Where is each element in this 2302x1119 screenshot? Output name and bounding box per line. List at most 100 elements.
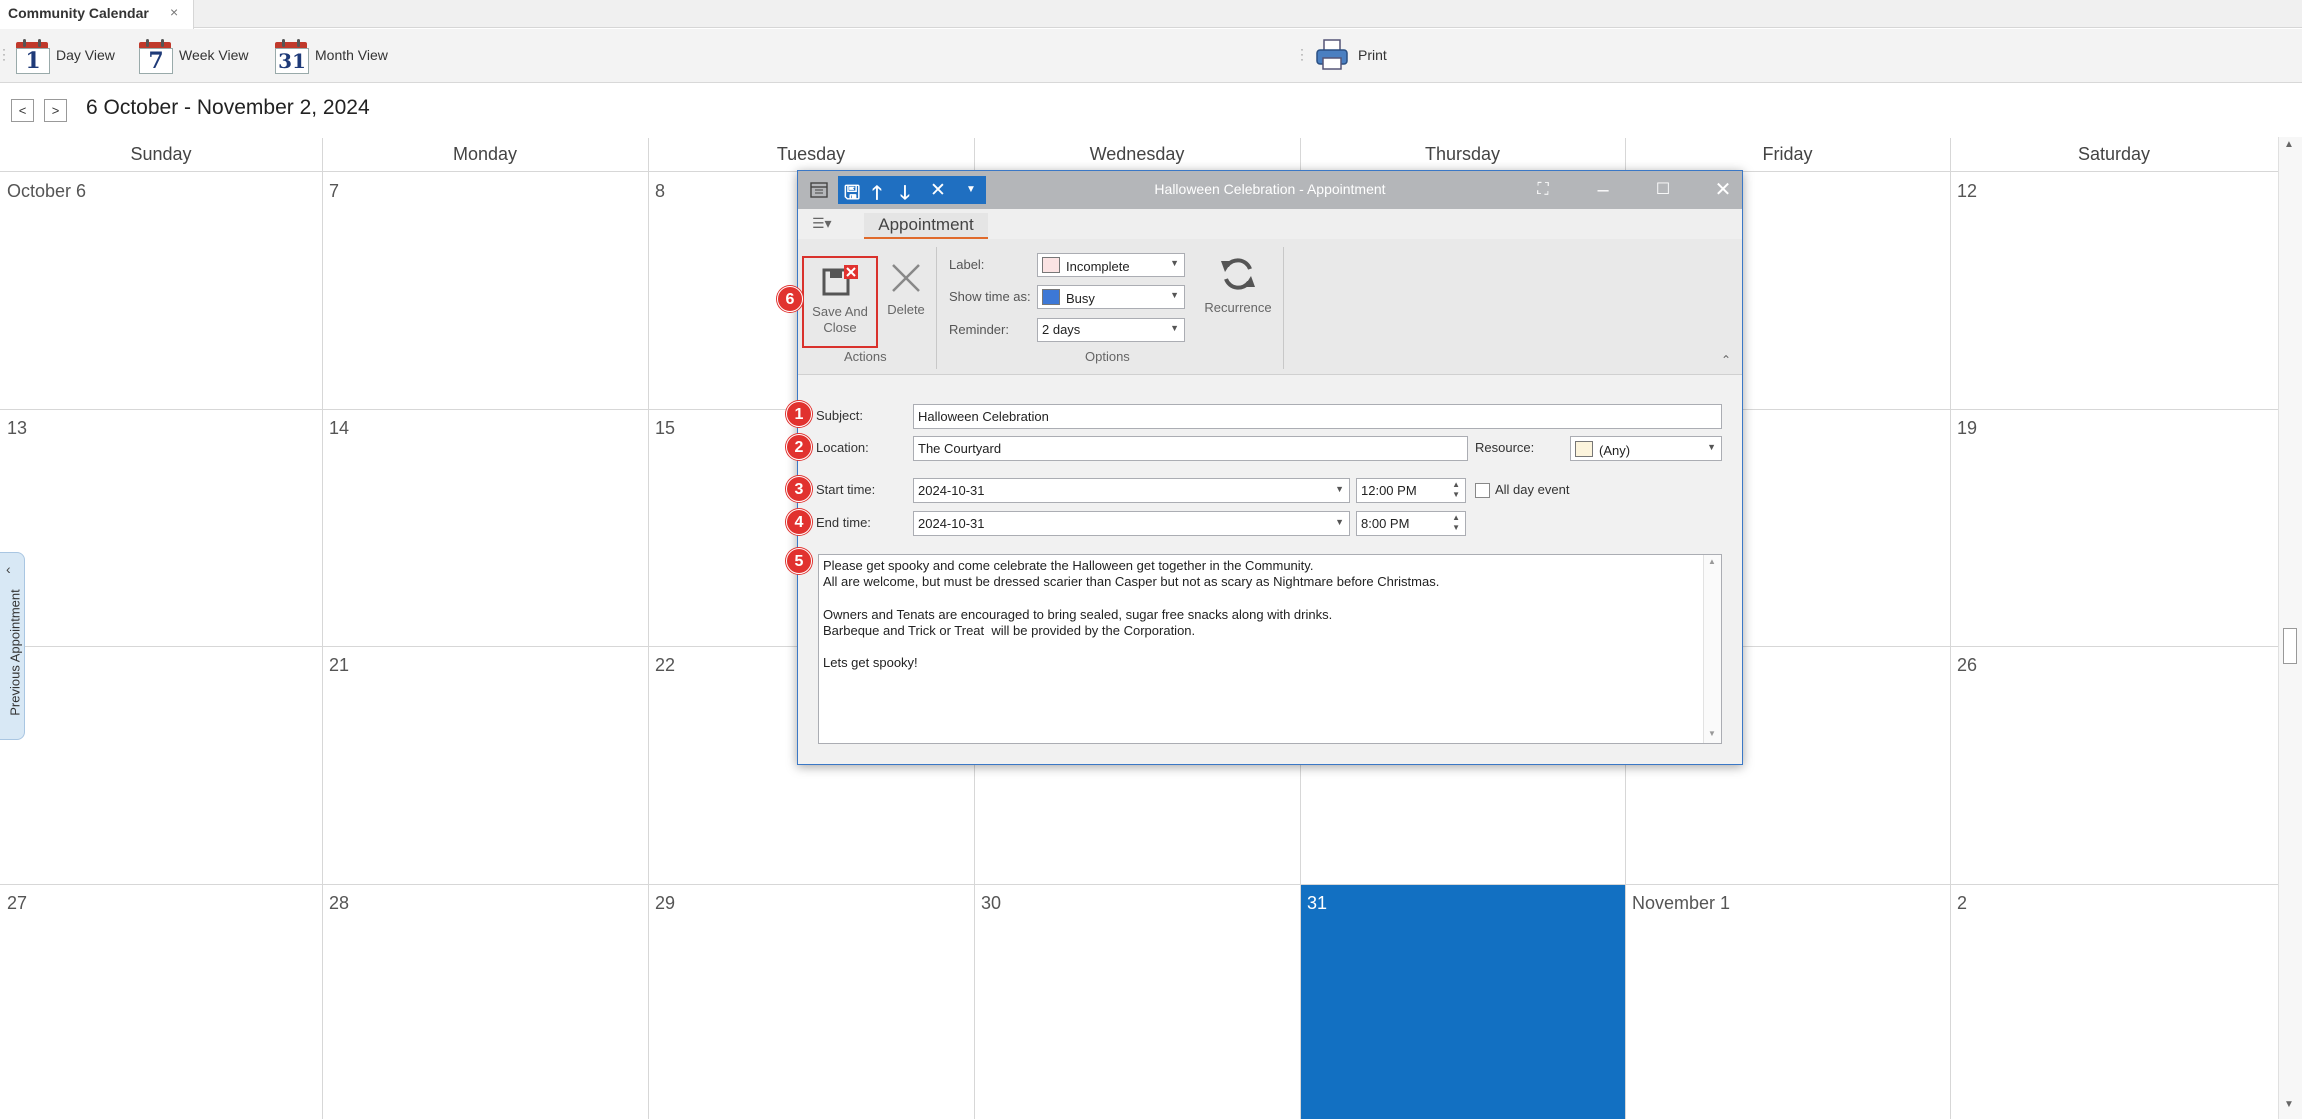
resource-combo[interactable]: (Any) ▼ bbox=[1570, 436, 1722, 461]
day-header-sunday: Sunday bbox=[0, 138, 322, 172]
end-time-label: End time: bbox=[816, 515, 871, 530]
calendar-day-cell[interactable] bbox=[0, 646, 322, 884]
calendar-day-cell[interactable]: 27 bbox=[0, 884, 322, 1119]
calendar-day-cell[interactable]: 26 bbox=[1950, 646, 2278, 884]
calendar-day-cell[interactable]: 2 bbox=[1950, 884, 2278, 1119]
day-number: 19 bbox=[1957, 418, 1978, 438]
group-divider bbox=[936, 247, 937, 369]
day-number: 30 bbox=[981, 893, 1002, 913]
calendar-day-cell[interactable]: 19 bbox=[1950, 409, 2278, 646]
calendar-day-cell[interactable]: November 1 bbox=[1625, 884, 1950, 1119]
spin-arrows-icon[interactable]: ▲ ▼ bbox=[1452, 480, 1460, 500]
toolbar-grip-icon: · · · bbox=[2, 42, 6, 66]
tab-title: Community Calendar bbox=[8, 5, 149, 21]
document-tab-strip bbox=[0, 0, 2302, 28]
month-view-label: Month View bbox=[315, 47, 388, 63]
all-day-event-checkbox[interactable] bbox=[1475, 483, 1490, 498]
callout-badge-location: 2 bbox=[786, 434, 812, 460]
calendar-day-cell[interactable]: 30 bbox=[974, 884, 1300, 1119]
label-color-swatch bbox=[1042, 257, 1060, 273]
description-line: All are welcome, but must be dressed sca… bbox=[823, 574, 1440, 590]
spin-arrows-icon[interactable]: ▲ ▼ bbox=[1452, 513, 1460, 533]
save-and-close-label-line1: Save And bbox=[812, 304, 868, 319]
delete-x-icon bbox=[892, 264, 920, 292]
recurrence-icon bbox=[1221, 258, 1255, 290]
scroll-down-icon[interactable]: ▼ bbox=[2284, 1099, 2294, 1110]
scrollbar-thumb[interactable] bbox=[2283, 628, 2297, 664]
ribbon-menu-icon[interactable]: ☰▾ bbox=[812, 215, 832, 232]
busy-color-swatch bbox=[1042, 289, 1060, 305]
fullscreen-icon[interactable]: ⛶ bbox=[1528, 177, 1558, 203]
tab-appointment[interactable]: Appointment bbox=[864, 213, 988, 239]
print-button[interactable]: Print bbox=[1314, 35, 1387, 75]
start-time-value: 12:00 PM bbox=[1361, 483, 1417, 498]
chevron-down-icon: ▼ bbox=[1170, 290, 1179, 300]
day-number: 31 bbox=[1307, 893, 1328, 913]
label-value: Incomplete bbox=[1066, 259, 1130, 274]
collapse-ribbon-icon[interactable]: ⌃ bbox=[1721, 353, 1731, 367]
tab-community-calendar[interactable]: Community Calendar × bbox=[0, 0, 194, 29]
delete-label: Delete bbox=[887, 302, 925, 317]
chevron-down-icon: ▼ bbox=[1170, 323, 1179, 333]
calendar-scrollbar[interactable]: ▲ ▼ bbox=[2278, 137, 2302, 1119]
label-combo[interactable]: Incomplete ▼ bbox=[1037, 253, 1185, 277]
day-number: 7 bbox=[329, 181, 340, 201]
day-number: October 6 bbox=[7, 181, 87, 201]
start-date-picker[interactable]: 2024-10-31 ▼ bbox=[913, 478, 1350, 503]
recurrence-button[interactable]: Recurrence bbox=[1198, 253, 1278, 333]
end-time-spinner[interactable]: 8:00 PM ▲ ▼ bbox=[1356, 511, 1466, 536]
day-number: 8 bbox=[655, 181, 666, 201]
previous-appointment-tab[interactable]: ‹ Previous Appointment bbox=[0, 552, 25, 740]
scroll-up-icon[interactable]: ▲ bbox=[2284, 139, 2294, 150]
delete-button[interactable]: Delete bbox=[882, 256, 930, 332]
month-view-button[interactable]: 31 Month View bbox=[273, 35, 388, 75]
start-time-spinner[interactable]: 12:00 PM ▲ ▼ bbox=[1356, 478, 1466, 503]
tab-close-icon[interactable]: × bbox=[170, 4, 178, 20]
calendar-day-cell[interactable]: 12 bbox=[1950, 172, 2278, 409]
end-date-picker[interactable]: 2024-10-31 ▼ bbox=[913, 511, 1350, 536]
minimize-icon[interactable]: – bbox=[1588, 177, 1618, 203]
maximize-icon[interactable]: ☐ bbox=[1648, 177, 1678, 203]
calendar-day-cell[interactable]: 14 bbox=[322, 409, 648, 646]
week-view-button[interactable]: 7 Week View bbox=[137, 35, 249, 75]
calendar-day-cell[interactable]: 28 bbox=[322, 884, 648, 1119]
print-label: Print bbox=[1358, 47, 1387, 63]
show-time-as-combo[interactable]: Busy ▼ bbox=[1037, 285, 1185, 309]
day-header-friday: Friday bbox=[1625, 138, 1950, 172]
previous-period-button[interactable]: < bbox=[11, 99, 34, 122]
group-divider bbox=[1283, 247, 1284, 369]
next-period-button[interactable]: > bbox=[44, 99, 67, 122]
day-number: 2 bbox=[1957, 893, 1968, 913]
calendar-day-cell[interactable]: 29 bbox=[648, 884, 974, 1119]
start-time-label: Start time: bbox=[816, 482, 876, 497]
scroll-up-icon[interactable]: ▲ bbox=[1708, 557, 1716, 566]
calendar-day-cell[interactable]: October 6 bbox=[0, 172, 322, 409]
show-time-as-value: Busy bbox=[1066, 291, 1095, 306]
calendar-day-cell[interactable]: 13 bbox=[0, 409, 322, 646]
day-header-tuesday: Tuesday bbox=[648, 138, 974, 172]
day-number: 21 bbox=[329, 655, 350, 675]
scroll-down-icon[interactable]: ▼ bbox=[1708, 729, 1716, 738]
calendar-day-cell[interactable]: 7 bbox=[322, 172, 648, 409]
toolbar-grip-icon: · · · bbox=[1300, 42, 1304, 66]
chevron-down-icon: ▼ bbox=[1707, 442, 1716, 452]
description-scrollbar[interactable]: ▲ ▼ bbox=[1703, 555, 1721, 743]
close-icon[interactable]: ✕ bbox=[1708, 177, 1738, 203]
callout-badge-description: 5 bbox=[786, 548, 812, 574]
calendar-day-cell[interactable]: 31 bbox=[1300, 884, 1625, 1119]
location-input[interactable]: The Courtyard bbox=[913, 436, 1468, 461]
chevron-down-icon: ▼ bbox=[1335, 484, 1344, 494]
day-number: 14 bbox=[329, 418, 350, 438]
reminder-combo[interactable]: 2 days ▼ bbox=[1037, 318, 1185, 342]
subject-input[interactable]: Halloween Celebration bbox=[913, 404, 1722, 429]
calendar-day-cell[interactable]: 21 bbox=[322, 646, 648, 884]
description-textarea[interactable]: ▲ ▼ Please get spooky and come celebrate… bbox=[818, 554, 1722, 744]
week-view-label: Week View bbox=[179, 47, 249, 63]
save-and-close-button[interactable]: Save And Close bbox=[802, 256, 878, 348]
day-view-button[interactable]: 1 Day View bbox=[14, 35, 115, 75]
view-toolbar: · · · 1 Day View 7 Week View 31 Month View… bbox=[0, 29, 2302, 83]
calendar-day-icon: 1 bbox=[14, 38, 50, 74]
ribbon-tab-strip: ☰▾ Appointment bbox=[798, 209, 1742, 239]
show-time-as-label: Show time as: bbox=[949, 289, 1031, 304]
day-number: 29 bbox=[655, 893, 676, 913]
